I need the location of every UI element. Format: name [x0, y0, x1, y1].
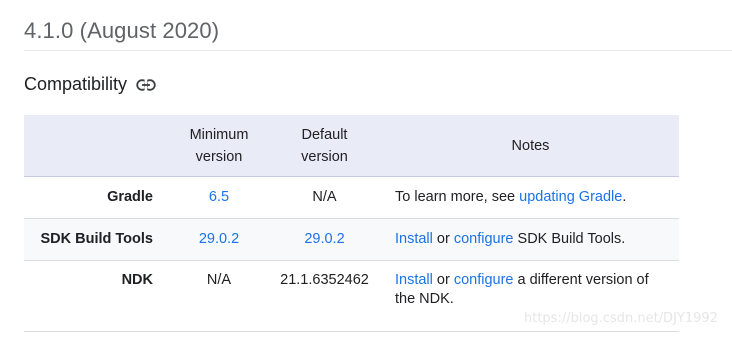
row-component: Gradle	[24, 176, 171, 219]
compatibility-heading-text: Compatibility	[24, 74, 128, 94]
notes-text: To learn more, see	[395, 189, 520, 205]
install-link[interactable]: Install	[395, 272, 433, 288]
watermark-text: https://blog.csdn.net/DJY1992	[524, 311, 718, 326]
header-component	[24, 115, 171, 177]
notes-text: or	[432, 231, 454, 247]
configure-link[interactable]: configure	[454, 272, 514, 288]
title-divider	[24, 50, 732, 51]
minimum-version-link[interactable]: 6.5	[209, 189, 229, 205]
compatibility-table: Minimum version Default version Notes Gr…	[24, 115, 679, 332]
header-notes-label: Notes	[511, 137, 550, 154]
header-notes: Notes	[382, 115, 679, 177]
row-notes: To learn more, see updating Gradle.	[382, 176, 679, 219]
link-icon[interactable]	[136, 78, 156, 91]
row-minimum-version: N/A	[171, 260, 267, 332]
notes-text: or	[432, 272, 454, 288]
notes-text: .	[622, 189, 627, 205]
row-component: NDK	[24, 260, 171, 332]
default-version-link[interactable]: 29.0.2	[304, 231, 344, 247]
row-notes: Install or configure SDK Build Tools.	[382, 218, 679, 261]
table-row-sdk-build-tools: SDK Build Tools 29.0.2 29.0.2 Install or…	[24, 218, 679, 261]
row-component: SDK Build Tools	[24, 218, 171, 261]
compatibility-heading: Compatibility	[24, 74, 156, 95]
notes-text: SDK Build Tools.	[513, 231, 626, 247]
row-default-version: N/A	[267, 176, 382, 219]
header-default-version: Default version	[267, 115, 382, 177]
row-minimum-version: 6.5	[171, 176, 267, 219]
table-header-row: Minimum version Default version Notes	[24, 115, 679, 177]
table-row-gradle: Gradle 6.5 N/A To learn more, see updati…	[24, 176, 679, 219]
minimum-version-link[interactable]: 29.0.2	[199, 231, 239, 247]
header-default-version-label: Default version	[301, 126, 348, 165]
header-minimum-version: Minimum version	[171, 115, 267, 177]
install-link[interactable]: Install	[395, 231, 433, 247]
updating-gradle-link[interactable]: updating Gradle	[519, 189, 622, 205]
row-default-version: 21.1.6352462	[267, 260, 382, 332]
row-minimum-version: 29.0.2	[171, 218, 267, 261]
configure-link[interactable]: configure	[454, 231, 514, 247]
row-default-version: 29.0.2	[267, 218, 382, 261]
header-minimum-version-label: Minimum version	[189, 126, 249, 165]
release-version-title: 4.1.0 (August 2020)	[24, 18, 220, 43]
